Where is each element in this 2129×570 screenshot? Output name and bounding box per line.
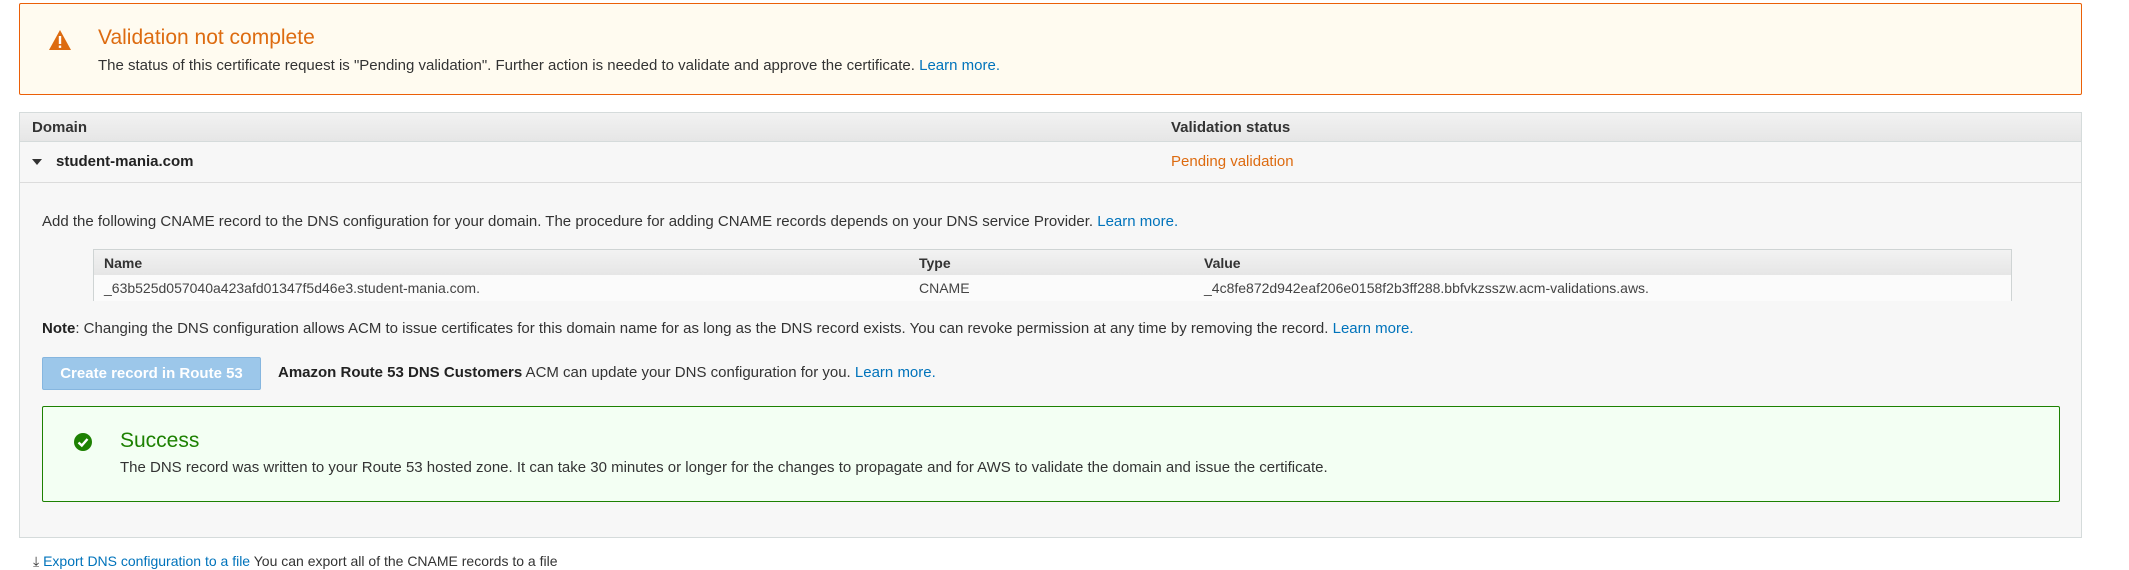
instruction-text: Add the following CNAME record to the DN… [42, 213, 1094, 230]
warning-title: Validation not complete [98, 26, 315, 49]
dns-note: Note: Changing the DNS configuration all… [42, 320, 1414, 337]
column-header-name: Name [104, 255, 143, 271]
table-row: _63b525d057040a423afd01347f5d46e3.studen… [94, 275, 2011, 301]
domain-table: Domain Validation status student-mania.c… [19, 112, 2082, 538]
cname-table-header: Name Type Value [94, 250, 2011, 276]
warning-icon [49, 30, 71, 50]
column-header-domain: Domain [32, 119, 88, 136]
validation-warning-banner: Validation not complete The status of th… [19, 3, 2082, 95]
warning-learn-more-link[interactable]: Learn more. [919, 57, 1000, 74]
cname-value[interactable]: _4c8fe872d942eaf206e0158f2b3ff288.bbfvkz… [1204, 280, 1649, 296]
column-header-type: Type [919, 255, 951, 271]
instruction-learn-more-link[interactable]: Learn more. [1097, 213, 1178, 230]
validation-status: Pending validation [1171, 153, 1294, 170]
warning-message: The status of this certificate request i… [98, 57, 915, 74]
cname-type: CNAME [919, 280, 970, 296]
route53-info: Amazon Route 53 DNS Customers ACM can up… [278, 364, 936, 381]
column-header-value: Value [1204, 255, 1241, 271]
domain-row[interactable]: student-mania.com Pending validation [20, 142, 2081, 183]
success-title: Success [120, 429, 200, 452]
export-dns-link[interactable]: Export DNS configuration to a file [43, 553, 250, 569]
success-check-icon [74, 433, 92, 451]
success-text: The DNS record was written to your Route… [120, 459, 1328, 476]
export-dns-text: You can export all of the CNAME records … [250, 553, 558, 569]
route53-info-text: ACM can update your DNS configuration fo… [522, 364, 851, 381]
warning-text: The status of this certificate request i… [98, 57, 1000, 74]
create-record-route53-button[interactable]: Create record in Route 53 [42, 357, 261, 390]
route53-customers-label: Amazon Route 53 DNS Customers [278, 364, 523, 381]
column-header-validation-status: Validation status [1171, 119, 1291, 136]
domain-table-header: Domain Validation status [20, 113, 2081, 142]
success-banner: Success The DNS record was written to yo… [42, 406, 2060, 502]
note-text: : Changing the DNS configuration allows … [75, 320, 1329, 337]
cname-record-table: Name Type Value _63b525d057040a423afd013… [93, 249, 2012, 301]
cname-instruction: Add the following CNAME record to the DN… [42, 213, 1178, 230]
domain-name: student-mania.com [56, 153, 194, 170]
note-learn-more-link[interactable]: Learn more. [1333, 320, 1414, 337]
caret-down-icon[interactable] [32, 159, 42, 165]
download-icon: ⤓ [33, 553, 40, 569]
export-dns-row: ⤓ Export DNS configuration to a file You… [33, 553, 557, 570]
note-label: Note [42, 320, 76, 337]
route53-learn-more-link[interactable]: Learn more. [855, 364, 936, 381]
cname-name[interactable]: _63b525d057040a423afd01347f5d46e3.studen… [104, 280, 480, 296]
